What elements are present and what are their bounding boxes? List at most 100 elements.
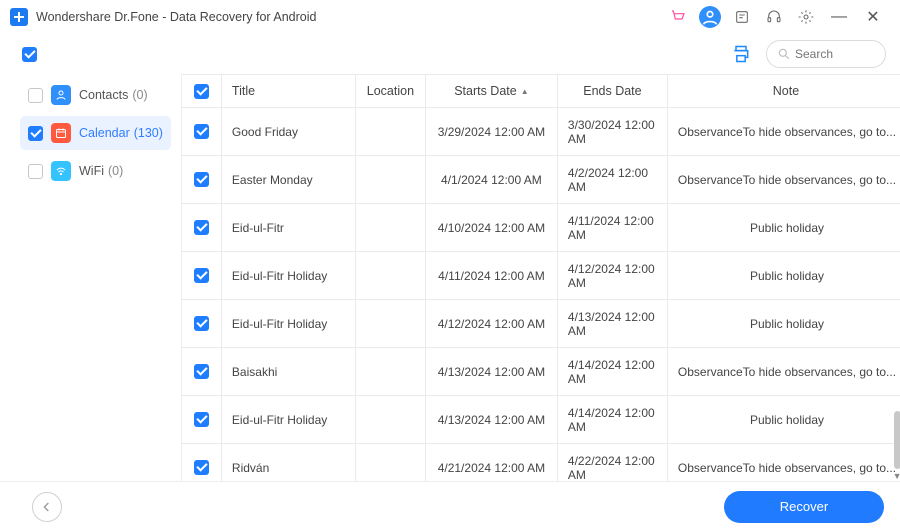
cell-starts: 4/1/2024 12:00 AM xyxy=(426,156,558,203)
master-checkbox[interactable] xyxy=(22,47,37,62)
contacts-icon xyxy=(51,85,71,105)
cell-ends: 4/13/2024 12:00 AM xyxy=(558,300,668,347)
cell-note: Public holiday xyxy=(668,204,900,251)
cell-note: Public holiday xyxy=(668,396,900,443)
row-checkbox[interactable] xyxy=(194,220,209,235)
sidebar-checkbox-calendar[interactable] xyxy=(28,126,43,141)
cell-title: Ridván xyxy=(222,444,356,481)
cell-location xyxy=(356,444,426,481)
cell-ends: 4/22/2024 12:00 AM xyxy=(558,444,668,481)
select-all-checkbox[interactable] xyxy=(194,84,209,99)
cell-note: Public holiday xyxy=(668,252,900,299)
cell-ends: 4/14/2024 12:00 AM xyxy=(558,396,668,443)
table-row[interactable]: Easter Monday 4/1/2024 12:00 AM4/2/2024 1… xyxy=(182,156,900,204)
cell-starts: 4/13/2024 12:00 AM xyxy=(426,348,558,395)
sidebar: Contacts (0) Calendar (130) WiFi (0) xyxy=(0,74,181,481)
sidebar-item-label: Calendar xyxy=(79,126,130,140)
row-checkbox[interactable] xyxy=(194,172,209,187)
row-checkbox[interactable] xyxy=(194,124,209,139)
cell-title: Eid-ul-Fitr xyxy=(222,204,356,251)
cell-title: Eid-ul-Fitr Holiday xyxy=(222,396,356,443)
sidebar-checkbox-contacts[interactable] xyxy=(28,88,43,103)
column-header-ends[interactable]: Ends Date xyxy=(558,75,668,107)
support-icon[interactable] xyxy=(760,3,788,31)
search-input[interactable] xyxy=(795,47,865,61)
sidebar-item-wifi[interactable]: WiFi (0) xyxy=(20,154,171,188)
cell-starts: 4/12/2024 12:00 AM xyxy=(426,300,558,347)
sort-indicator-icon: ▲ xyxy=(521,87,529,96)
footer: Recover xyxy=(0,481,900,531)
sidebar-item-calendar[interactable]: Calendar (130) xyxy=(20,116,171,150)
cell-ends: 4/12/2024 12:00 AM xyxy=(558,252,668,299)
cell-ends: 4/11/2024 12:00 AM xyxy=(558,204,668,251)
cell-note: ObservanceTo hide observances, go to... xyxy=(668,108,900,155)
cell-starts: 4/21/2024 12:00 AM xyxy=(426,444,558,481)
cell-ends: 4/2/2024 12:00 AM xyxy=(558,156,668,203)
cell-title: Eid-ul-Fitr Holiday xyxy=(222,300,356,347)
sidebar-checkbox-wifi[interactable] xyxy=(28,164,43,179)
cell-location xyxy=(356,252,426,299)
toolbar xyxy=(0,34,900,74)
app-title: Wondershare Dr.Fone - Data Recovery for … xyxy=(36,10,316,24)
cell-location xyxy=(356,108,426,155)
row-checkbox[interactable] xyxy=(194,268,209,283)
cell-location xyxy=(356,396,426,443)
table-row[interactable]: Baisakhi 4/13/2024 12:00 AM4/14/2024 12:0… xyxy=(182,348,900,396)
cell-note: ObservanceTo hide observances, go to... xyxy=(668,444,900,481)
cell-title: Baisakhi xyxy=(222,348,356,395)
calendar-icon xyxy=(51,123,71,143)
column-header-starts[interactable]: Starts Date▲ xyxy=(426,75,558,107)
row-checkbox[interactable] xyxy=(194,316,209,331)
back-button[interactable] xyxy=(32,492,62,522)
sidebar-item-count: (130) xyxy=(134,126,163,140)
print-icon[interactable] xyxy=(726,39,756,69)
row-checkbox[interactable] xyxy=(194,412,209,427)
data-table: Title Location Starts Date▲ Ends Date No… xyxy=(181,74,900,481)
table-row[interactable]: Good Friday 3/29/2024 12:00 AM3/30/2024 1… xyxy=(182,108,900,156)
cell-note: Public holiday xyxy=(668,300,900,347)
cell-starts: 4/13/2024 12:00 AM xyxy=(426,396,558,443)
minimize-button[interactable]: — xyxy=(824,3,854,31)
table-row[interactable]: Ridván 4/21/2024 12:00 AM4/22/2024 12:00 … xyxy=(182,444,900,481)
row-checkbox[interactable] xyxy=(194,460,209,475)
close-button[interactable]: ✕ xyxy=(858,3,888,31)
search-box[interactable] xyxy=(766,40,886,68)
app-logo-icon xyxy=(10,8,28,26)
table-row[interactable]: Eid-ul-Fitr Holiday 4/12/2024 12:00 AM4/1… xyxy=(182,300,900,348)
cell-starts: 3/29/2024 12:00 AM xyxy=(426,108,558,155)
table-row[interactable]: Eid-ul-Fitr Holiday 4/11/2024 12:00 AM4/1… xyxy=(182,252,900,300)
row-checkbox[interactable] xyxy=(194,364,209,379)
sidebar-item-count: (0) xyxy=(108,164,123,178)
table-row[interactable]: Eid-ul-Fitr 4/10/2024 12:00 AM4/11/2024 1… xyxy=(182,204,900,252)
sidebar-item-contacts[interactable]: Contacts (0) xyxy=(20,78,171,112)
scrollbar[interactable]: ▼ xyxy=(892,411,900,481)
cart-icon[interactable] xyxy=(664,3,692,31)
column-header-location[interactable]: Location xyxy=(356,75,426,107)
feedback-icon[interactable] xyxy=(728,3,756,31)
scrollbar-thumb[interactable] xyxy=(894,411,900,469)
cell-title: Good Friday xyxy=(222,108,356,155)
account-icon[interactable] xyxy=(696,3,724,31)
cell-ends: 3/30/2024 12:00 AM xyxy=(558,108,668,155)
table-header-row: Title Location Starts Date▲ Ends Date No… xyxy=(182,74,900,108)
cell-title: Easter Monday xyxy=(222,156,356,203)
cell-location xyxy=(356,156,426,203)
table-row[interactable]: Eid-ul-Fitr Holiday 4/13/2024 12:00 AM4/1… xyxy=(182,396,900,444)
cell-location xyxy=(356,204,426,251)
column-header-note[interactable]: Note xyxy=(668,75,900,107)
cell-ends: 4/14/2024 12:00 AM xyxy=(558,348,668,395)
table-body[interactable]: Good Friday 3/29/2024 12:00 AM3/30/2024 1… xyxy=(182,108,900,481)
column-header-title[interactable]: Title xyxy=(222,75,356,107)
cell-title: Eid-ul-Fitr Holiday xyxy=(222,252,356,299)
sidebar-item-label: WiFi xyxy=(79,164,104,178)
titlebar: Wondershare Dr.Fone - Data Recovery for … xyxy=(0,0,900,34)
cell-note: ObservanceTo hide observances, go to... xyxy=(668,348,900,395)
cell-location xyxy=(356,348,426,395)
sidebar-item-label: Contacts xyxy=(79,88,128,102)
cell-starts: 4/11/2024 12:00 AM xyxy=(426,252,558,299)
scroll-down-icon[interactable]: ▼ xyxy=(893,471,900,481)
sidebar-item-count: (0) xyxy=(132,88,147,102)
cell-starts: 4/10/2024 12:00 AM xyxy=(426,204,558,251)
recover-button[interactable]: Recover xyxy=(724,491,884,523)
settings-icon[interactable] xyxy=(792,3,820,31)
